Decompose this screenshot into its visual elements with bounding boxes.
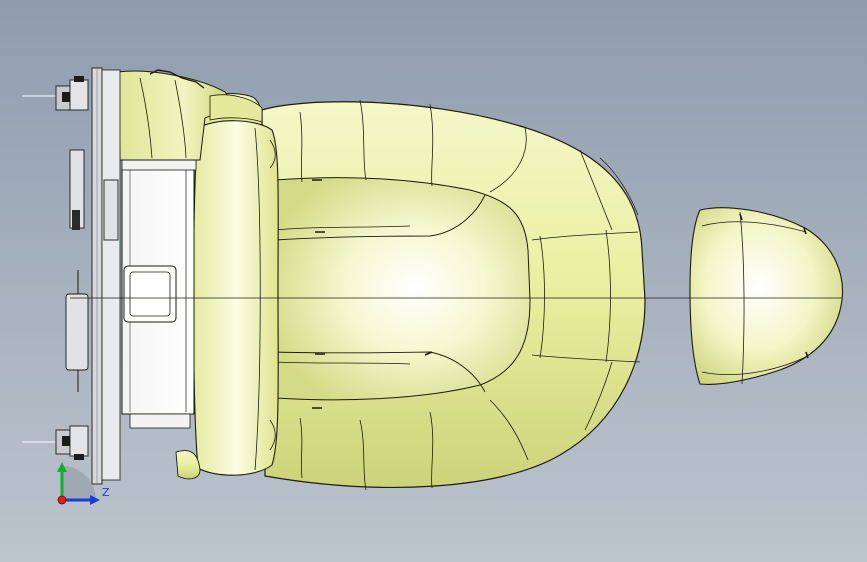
mounting-rail[interactable] bbox=[65, 67, 121, 485]
seat-base-mechanism[interactable] bbox=[121, 159, 197, 429]
mounting-clamp-top[interactable] bbox=[22, 76, 89, 111]
rail-bracket bbox=[103, 179, 119, 241]
seat-back-inner-cushion bbox=[274, 177, 531, 401]
rail-block bbox=[72, 210, 80, 230]
seat-back-shell[interactable] bbox=[261, 99, 646, 491]
base-bottom-cap bbox=[129, 413, 191, 429]
headrest-outline bbox=[689, 207, 844, 385]
rail-strip bbox=[101, 69, 121, 481]
cad-viewport[interactable]: Z bbox=[0, 0, 867, 562]
seat-front-lower-flap bbox=[175, 450, 201, 480]
triad-x-axis bbox=[57, 495, 67, 505]
base-handle-outer bbox=[123, 265, 177, 323]
cad-model-view[interactable] bbox=[0, 0, 867, 562]
triad-z-label: Z bbox=[102, 486, 110, 499]
triad-shadow bbox=[62, 466, 96, 500]
base-top-cap bbox=[121, 159, 197, 171]
mounting-clamp-bottom[interactable] bbox=[22, 425, 89, 460]
headrest[interactable] bbox=[689, 207, 844, 385]
rail-cylinder bbox=[65, 293, 89, 371]
